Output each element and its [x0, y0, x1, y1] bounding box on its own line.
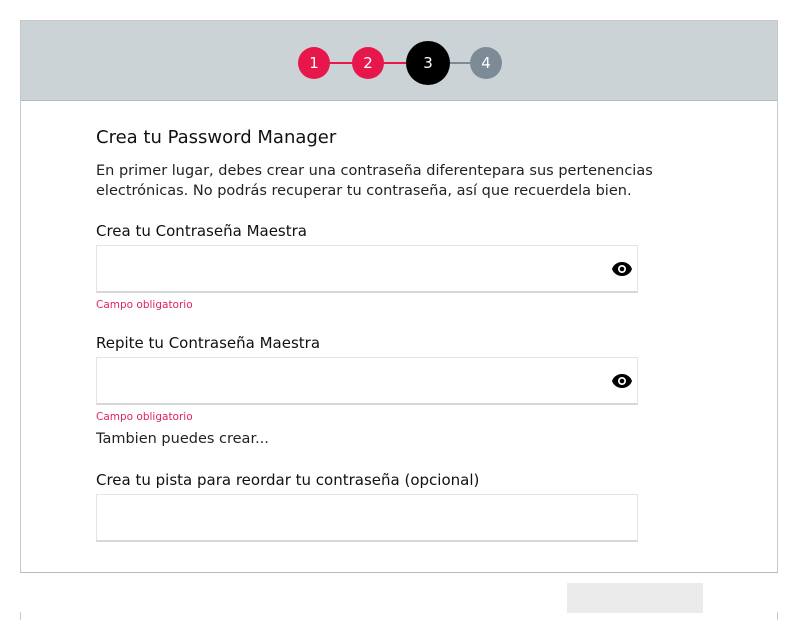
repeat-password-label: Repite tu Contraseña Maestra — [96, 334, 321, 352]
master-password-input[interactable] — [97, 246, 601, 291]
master-password-error: Campo obligatorio — [96, 299, 193, 311]
hint-input[interactable] — [97, 495, 601, 540]
eye-icon[interactable] — [611, 370, 633, 392]
wizard-footer — [20, 572, 778, 613]
next-button[interactable] — [567, 583, 703, 613]
step-1[interactable]: 1 — [298, 47, 330, 79]
master-password-label: Crea tu Contraseña Maestra — [96, 222, 307, 240]
repeat-password-input[interactable] — [97, 358, 601, 403]
step-2[interactable]: 2 — [352, 47, 384, 79]
intro-text: En primer lugar, debes crear una contras… — [96, 163, 653, 199]
step-4[interactable]: 4 — [470, 47, 502, 79]
wizard-card: 1 2 3 4 Crea tu Password Manager En prim… — [20, 20, 778, 620]
master-password-field[interactable] — [96, 245, 638, 293]
also-create-text: Tambien puedes crear... — [96, 431, 269, 447]
page-title: Crea tu Password Manager — [96, 127, 337, 148]
hint-label: Crea tu pista para reordar tu contraseña… — [96, 471, 480, 489]
stepper-bar: 1 2 3 4 — [21, 21, 777, 101]
step-3-current[interactable]: 3 — [406, 41, 450, 85]
repeat-password-field[interactable] — [96, 357, 638, 405]
hint-field[interactable] — [96, 494, 638, 542]
repeat-password-error: Campo obligatorio — [96, 411, 193, 423]
eye-icon[interactable] — [611, 258, 633, 280]
